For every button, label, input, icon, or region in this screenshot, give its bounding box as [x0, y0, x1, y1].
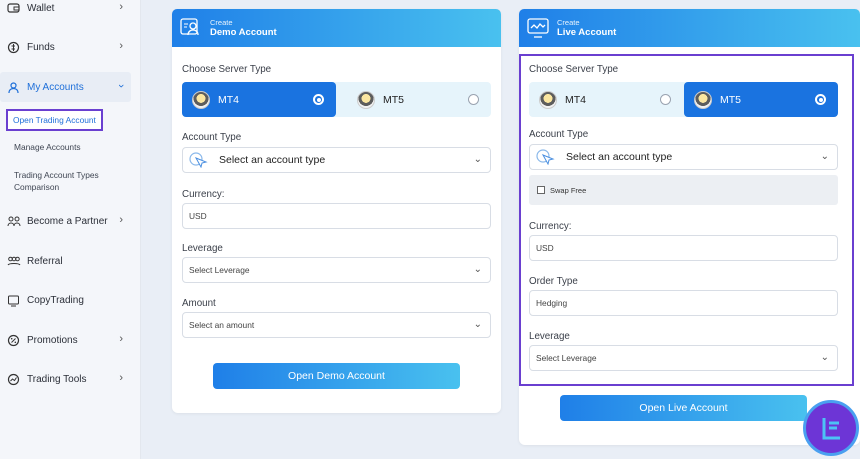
- demo-server-selector: MT4 MT5: [182, 82, 491, 117]
- accounts-icon: [6, 80, 21, 95]
- radio-unselected-icon[interactable]: [468, 94, 479, 105]
- partner-icon: [6, 214, 21, 229]
- trading-tools-icon: [6, 372, 21, 387]
- demo-card-header: Create Demo Account: [172, 9, 501, 47]
- select-value: Select Leverage: [189, 265, 250, 275]
- sidebar-item-label: CopyTrading: [27, 294, 84, 306]
- server-option-label: MT5: [383, 93, 404, 106]
- select-value: Select an account type: [219, 154, 326, 166]
- demo-currency-field[interactable]: USD: [182, 203, 491, 229]
- cursor-click-icon: [189, 152, 208, 168]
- sidebar-item-promotions[interactable]: Promotions ›: [0, 329, 141, 351]
- demo-amount-label: Amount: [182, 298, 216, 309]
- metatrader-logo-icon: [192, 90, 210, 109]
- chevron-right-icon: ›: [119, 214, 123, 226]
- sidebar-sub-manage-accounts[interactable]: Manage Accounts: [14, 141, 81, 153]
- sidebar-item-label: Promotions: [27, 334, 78, 346]
- sidebar-item-trading-tools[interactable]: Trading Tools ›: [0, 368, 141, 390]
- sidebar-item-wallet[interactable]: Wallet ›: [0, 0, 141, 19]
- demo-account-type-select[interactable]: Select an account type ⌄: [182, 147, 491, 173]
- live-header-title: Live Account: [557, 27, 617, 38]
- monitor-chart-icon: [527, 18, 549, 38]
- chevron-right-icon: ›: [119, 333, 123, 345]
- chevron-right-icon: ›: [119, 40, 123, 52]
- chevron-down-icon: ⌄: [473, 319, 482, 330]
- sidebar-item-funds[interactable]: Funds ›: [0, 36, 141, 58]
- promotions-icon: [6, 333, 21, 348]
- chevron-right-icon: ›: [119, 1, 123, 13]
- demo-server-label: Choose Server Type: [182, 64, 272, 75]
- sidebar-sub-account-types-comparison[interactable]: Trading Account Types Comparison: [14, 169, 124, 193]
- select-value: Select an amount: [189, 320, 255, 330]
- copytrading-icon: [6, 293, 21, 308]
- live-form-highlight: [519, 54, 854, 386]
- demo-amount-select[interactable]: Select an amount ⌄: [182, 312, 491, 338]
- chevron-down-icon: ›: [115, 84, 128, 88]
- sidebar-item-my-accounts[interactable]: My Accounts ›: [0, 76, 141, 98]
- open-live-account-button[interactable]: Open Live Account: [560, 395, 807, 421]
- demo-server-mt5[interactable]: MT5: [347, 82, 491, 117]
- referral-icon: [6, 254, 21, 269]
- sidebar-item-label: Referral: [27, 255, 63, 267]
- sidebar-item-label: Trading Tools: [27, 373, 87, 385]
- user-account-icon: [180, 18, 199, 36]
- funds-icon: [6, 40, 21, 55]
- sidebar-item-label: Funds: [27, 41, 55, 53]
- chevron-down-icon: ⌄: [473, 264, 482, 275]
- demo-account-card: Create Demo Account Choose Server Type M…: [172, 9, 501, 413]
- sidebar-item-become-partner[interactable]: Become a Partner ›: [0, 210, 141, 232]
- demo-currency-label: Currency:: [182, 189, 225, 200]
- metatrader-logo-icon: [357, 90, 375, 109]
- chevron-right-icon: ›: [119, 372, 123, 384]
- demo-header-title: Demo Account: [210, 27, 277, 38]
- sidebar-item-label: My Accounts: [27, 81, 84, 93]
- demo-account-type-label: Account Type: [182, 132, 242, 143]
- sidebar: Wallet › Funds › My Accounts › Open Trad…: [0, 0, 141, 459]
- field-value: USD: [189, 211, 207, 221]
- server-option-label: MT4: [218, 93, 239, 106]
- sidebar-item-label: Wallet: [27, 2, 55, 14]
- live-card-header: Create Live Account: [519, 9, 860, 47]
- demo-server-mt4[interactable]: MT4: [182, 82, 336, 117]
- demo-leverage-label: Leverage: [182, 243, 223, 254]
- sidebar-sub-open-trading-account[interactable]: Open Trading Account: [6, 109, 103, 131]
- sidebar-item-copytrading[interactable]: CopyTrading: [0, 289, 141, 311]
- brand-logo-icon: [803, 400, 859, 456]
- demo-leverage-select[interactable]: Select Leverage ⌄: [182, 257, 491, 283]
- sidebar-item-referral[interactable]: Referral: [0, 250, 141, 272]
- radio-selected-icon[interactable]: [313, 94, 324, 105]
- demo-header-small: Create: [210, 18, 233, 27]
- live-header-small: Create: [557, 18, 580, 27]
- wallet-icon: [6, 1, 21, 16]
- sidebar-item-label: Become a Partner: [27, 215, 108, 227]
- chevron-down-icon: ⌄: [473, 154, 482, 165]
- open-demo-account-button[interactable]: Open Demo Account: [213, 363, 460, 389]
